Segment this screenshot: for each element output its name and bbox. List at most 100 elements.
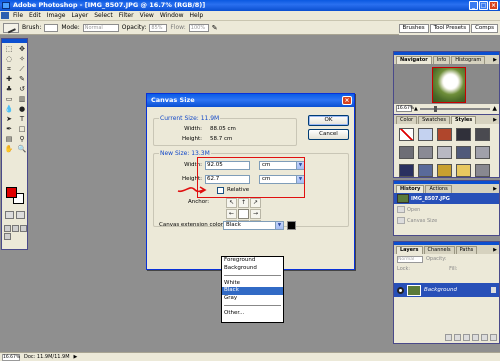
menu-view[interactable]: View	[137, 12, 157, 19]
dialog-titlebar[interactable]: Canvas Size ×	[147, 94, 354, 107]
new-group-icon[interactable]	[472, 334, 479, 341]
style-swatch-none[interactable]	[399, 128, 414, 141]
menu-help[interactable]: Help	[187, 12, 207, 19]
style-swatch[interactable]	[437, 146, 452, 159]
well-tab-comps[interactable]: Comps	[471, 23, 498, 33]
style-swatch[interactable]	[456, 164, 471, 177]
extension-color-swatch[interactable]	[287, 221, 296, 230]
option-black[interactable]: Black	[222, 287, 283, 295]
dialog-close-button[interactable]: ×	[342, 96, 352, 105]
menu-select[interactable]: Select	[91, 12, 116, 19]
document-icon[interactable]	[1, 12, 9, 19]
tab-actions[interactable]: Actions	[425, 185, 452, 193]
history-item-open[interactable]: Open	[394, 204, 499, 215]
tab-history[interactable]: History	[396, 185, 425, 193]
tab-info[interactable]: Info	[432, 56, 451, 64]
zoom-in-icon[interactable]: ▲	[492, 105, 497, 112]
anchor-right[interactable]: →	[250, 209, 261, 219]
zoom-tool-icon[interactable]: 🔍	[16, 145, 28, 154]
layer-row-background[interactable]: Background	[394, 283, 499, 297]
path-selection-tool-icon[interactable]: ➤	[3, 115, 15, 124]
panel-menu-icon[interactable]: ▶	[493, 246, 497, 254]
navigator-thumbnail[interactable]	[432, 67, 466, 103]
shape-tool-icon[interactable]: □	[16, 125, 28, 134]
extension-color-select[interactable]: Black ▼	[223, 221, 284, 230]
layer-style-icon[interactable]	[454, 334, 461, 341]
crop-tool-icon[interactable]: ⌗	[3, 65, 15, 74]
gradient-tool-icon[interactable]: ▥	[16, 95, 28, 104]
ok-button[interactable]: OK	[308, 115, 349, 126]
quick-mask-mode-button[interactable]	[16, 211, 25, 219]
zoom-out-icon[interactable]: ▲	[414, 106, 418, 112]
minimize-button[interactable]: _	[469, 1, 478, 10]
hand-tool-icon[interactable]: ✋	[3, 145, 15, 154]
option-gray[interactable]: Gray	[222, 295, 283, 303]
style-swatch[interactable]	[475, 164, 490, 177]
menu-edit[interactable]: Edit	[26, 12, 44, 19]
blur-tool-icon[interactable]: 💧	[3, 105, 15, 114]
history-brush-tool-icon[interactable]: ↺	[16, 85, 28, 94]
tab-color[interactable]: Color	[396, 116, 418, 124]
magic-wand-tool-icon[interactable]: ✧	[16, 55, 28, 64]
opacity-field[interactable]: 85%	[149, 23, 168, 32]
dodge-tool-icon[interactable]: ●	[16, 105, 28, 114]
well-tab-tool-presets[interactable]: Tool Presets	[429, 23, 471, 33]
history-item-canvas-size[interactable]: Canvas Size	[394, 215, 499, 226]
style-swatch[interactable]	[475, 146, 490, 159]
eye-icon[interactable]	[397, 286, 404, 294]
style-swatch[interactable]	[456, 128, 471, 141]
style-swatch[interactable]	[437, 128, 452, 141]
move-tool-icon[interactable]: ✥	[16, 45, 28, 54]
new-layer-icon[interactable]	[481, 334, 488, 341]
menu-filter[interactable]: Filter	[116, 12, 137, 19]
status-zoom-field[interactable]: 16.67%	[2, 353, 20, 361]
layer-mask-icon[interactable]	[463, 334, 470, 341]
style-swatch[interactable]	[418, 128, 433, 141]
style-swatch[interactable]	[437, 164, 452, 177]
mode-select[interactable]: Normal	[82, 23, 119, 32]
style-swatch[interactable]	[456, 146, 471, 159]
option-white[interactable]: White	[222, 280, 283, 288]
clone-stamp-tool-icon[interactable]: ♣	[3, 85, 15, 94]
zoom-slider-knob[interactable]	[433, 105, 437, 112]
style-swatch[interactable]	[418, 146, 433, 159]
style-swatch[interactable]	[399, 164, 414, 177]
anchor-top[interactable]: ↑	[238, 198, 249, 208]
anchor-center[interactable]	[238, 209, 249, 219]
navigator-zoom-field[interactable]: 16.67%	[396, 105, 414, 112]
status-menu-arrow[interactable]: ▶	[74, 354, 78, 360]
airbrush-icon[interactable]: ✎	[212, 24, 218, 32]
menu-image[interactable]: Image	[44, 12, 69, 19]
lasso-tool-icon[interactable]: ◌	[3, 55, 15, 64]
type-tool-icon[interactable]: T	[16, 115, 28, 124]
cancel-button[interactable]: Cancel	[308, 129, 349, 140]
panel-menu-icon[interactable]: ▶	[493, 116, 497, 124]
notes-tool-icon[interactable]: ▤	[3, 135, 15, 144]
well-tab-brushes[interactable]: Brushes	[398, 23, 429, 33]
blend-mode-select[interactable]: Normal	[397, 255, 423, 263]
foreground-color-swatch[interactable]	[6, 187, 17, 198]
tab-channels[interactable]: Channels	[423, 246, 455, 254]
tab-styles[interactable]: Styles	[450, 116, 477, 124]
option-foreground[interactable]: Foreground	[222, 257, 283, 265]
healing-brush-tool-icon[interactable]: ✚	[3, 75, 15, 84]
style-swatch[interactable]	[475, 128, 490, 141]
close-button[interactable]: ×	[489, 1, 498, 10]
menu-layer[interactable]: Layer	[68, 12, 91, 19]
standard-mode-button[interactable]	[5, 211, 14, 219]
menu-window[interactable]: Window	[157, 12, 187, 19]
jump-to-imageready-button[interactable]	[4, 233, 11, 240]
flow-field[interactable]: 100%	[188, 23, 209, 32]
tab-paths[interactable]: Paths	[455, 246, 478, 254]
brush-picker[interactable]	[44, 23, 59, 32]
menu-file[interactable]: File	[10, 12, 26, 19]
pen-tool-icon[interactable]: ✒	[3, 125, 15, 134]
full-screen-menu-button[interactable]	[12, 225, 19, 232]
style-swatch[interactable]	[418, 164, 433, 177]
anchor-left[interactable]: ←	[226, 209, 237, 219]
slice-tool-icon[interactable]: ⟋	[16, 65, 28, 74]
eraser-tool-icon[interactable]: ▭	[3, 95, 15, 104]
option-other[interactable]: Other...	[222, 310, 283, 318]
panel-menu-icon[interactable]: ▶	[493, 56, 497, 64]
link-layers-icon[interactable]	[445, 334, 452, 341]
